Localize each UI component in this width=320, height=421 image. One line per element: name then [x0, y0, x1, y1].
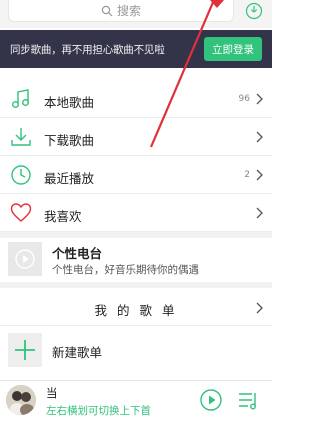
music-note-icon: [12, 89, 29, 108]
song-title: 当: [46, 386, 58, 400]
login-button[interactable]: 立即登录: [204, 37, 262, 61]
new-playlist-item[interactable]: 新建歌单: [0, 330, 272, 370]
play-circle-icon: [15, 249, 35, 269]
clock-icon: [11, 165, 31, 185]
top-bar: 搜索: [0, 0, 272, 28]
radio-title: 个性电台: [52, 246, 103, 261]
chevron-right-icon: [256, 93, 263, 105]
menu-item-label: 我喜欢: [44, 209, 82, 224]
play-button-icon[interactable]: [200, 389, 222, 411]
menu-item-recent[interactable]: 最近播放 2: [0, 156, 272, 194]
search-icon: [101, 5, 113, 16]
banner-text: 同步歌曲，再不用担心歌曲不见啦: [10, 44, 165, 56]
recognize-music-icon[interactable]: [245, 2, 263, 20]
chevron-right-icon: [256, 302, 263, 314]
menu-item-label: 下载歌曲: [44, 133, 95, 148]
menu-item-label: 本地歌曲: [44, 95, 95, 110]
menu-item-downloads[interactable]: 下载歌曲: [0, 118, 272, 156]
album-cover[interactable]: [6, 385, 36, 415]
chevron-right-icon: [256, 169, 263, 181]
menu-item-local-songs[interactable]: 本地歌曲 96: [0, 80, 272, 118]
personal-radio-card[interactable]: 个性电台 个性电台，好音乐期待你的偶遇: [0, 238, 272, 280]
my-playlists-title: 我 的 歌 单: [94, 303, 178, 318]
my-playlists-header[interactable]: 我 的 歌 单: [0, 292, 272, 326]
sync-login-banner: 同步歌曲，再不用担心歌曲不见啦 立即登录: [0, 30, 272, 68]
add-playlist-box: [8, 333, 42, 367]
chevron-right-icon: [256, 207, 263, 219]
heart-icon: [10, 203, 32, 222]
section-divider: [0, 282, 272, 288]
radio-description: 个性电台，好音乐期待你的偶遇: [52, 264, 199, 276]
playlist-queue-icon[interactable]: [238, 391, 260, 411]
search-bar[interactable]: 搜索: [8, 0, 234, 22]
music-menu: 本地歌曲 96 下载歌曲 最近播放 2 我喜欢: [0, 80, 272, 232]
menu-item-count: 2: [244, 170, 250, 180]
menu-item-favorites[interactable]: 我喜欢: [0, 194, 272, 232]
new-playlist-label: 新建歌单: [52, 345, 103, 360]
plus-icon: [15, 340, 35, 360]
mini-player[interactable]: 当 左右横划可切换上下首: [0, 380, 272, 421]
chevron-right-icon: [256, 131, 263, 143]
search-placeholder: 搜索: [116, 4, 141, 18]
menu-item-label: 最近播放: [44, 171, 95, 186]
download-icon: [11, 128, 31, 146]
swipe-hint: 左右横划可切换上下首: [46, 405, 151, 417]
radio-thumbnail: [8, 242, 42, 276]
menu-item-count: 96: [238, 94, 250, 104]
